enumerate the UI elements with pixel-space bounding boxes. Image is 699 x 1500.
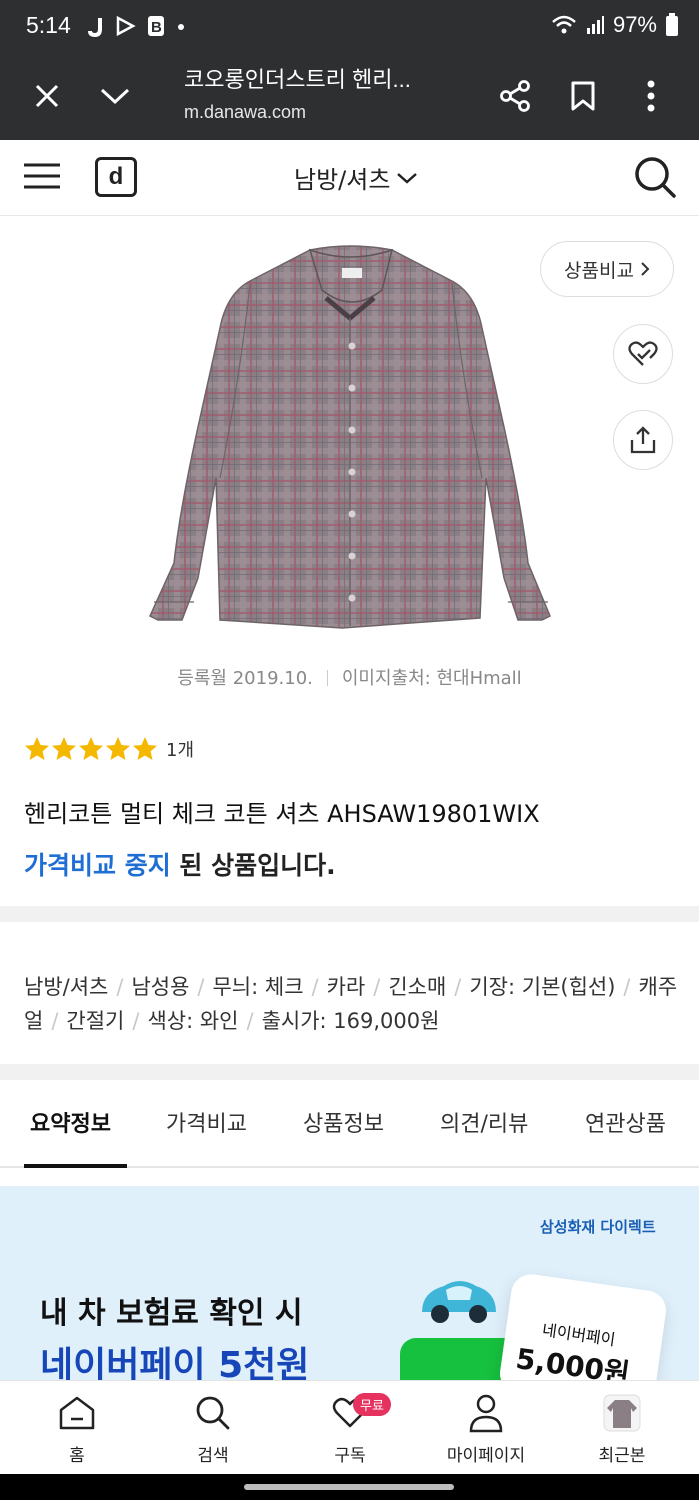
bookmark-icon [571,81,595,111]
status-text: 된 상품입니다. [170,851,336,880]
spec-item: 남방/셔츠 [24,975,109,999]
product-status: 가격비교 중지 된 상품입니다. [24,846,336,882]
site-logo[interactable]: d [95,157,137,197]
collapse-button[interactable] [89,70,141,122]
status-bar: 5:14 B 97% [0,0,699,52]
spec-item: 남성용 [131,975,190,999]
spec-item: 카라 [326,975,366,999]
nav-recent[interactable]: 최근본 [567,1391,677,1466]
naverpay-card: 네이버페이 5,000원 [497,1271,669,1386]
browser-toolbar: 코오롱인더스트리 헨리... m.danawa.com [0,52,699,140]
wishlist-button[interactable] [613,324,673,384]
svg-text:B: B [151,19,162,36]
product-tabs: 요약정보 가격비교 상품정보 의견/리뷰 연관상품 [0,1096,699,1168]
spec-item: 간절기 [66,1009,125,1033]
spec-list: 남방/셔츠 / 남성용 / 무늬: 체크 / 카라 / 긴소매 / 기장: 기본(힙선) / 캐주얼 / 간… [24,975,678,1033]
chevron-down-icon [397,172,418,184]
spec-item: 출시가: 169,000원 [261,1009,440,1033]
browser-menu-button[interactable] [625,70,677,122]
wifi-icon [552,15,576,34]
nav-mypage-label: 마이페이지 [446,1446,526,1466]
shirt-image [149,245,551,629]
menu-button[interactable] [22,160,66,196]
recent-thumbnail-icon [603,1394,641,1432]
battery-status: 97% [551,12,679,38]
chevron-right-icon [641,262,650,276]
tab-summary[interactable]: 요약정보 [30,1106,111,1138]
section-divider [0,1064,699,1080]
spec-item: 색상: 와인 [147,1009,239,1033]
tab-product-info[interactable]: 상품정보 [303,1106,384,1138]
spec-item: 긴소매 [388,975,447,999]
section-divider [0,906,699,922]
image-source: 이미지출처: 현대Hmall [341,668,522,689]
more-vert-icon [647,80,655,112]
product-title: 헨리코튼 멀티 체크 코튼 셔츠 AHSAW19801WIX [24,800,540,828]
gesture-bar-area [0,1474,699,1500]
meta-divider [326,670,328,686]
nav-search-label: 검색 [197,1446,229,1466]
site-header: d 남방/셔츠 [0,140,699,216]
category-label: 남방/셔츠 [294,166,391,194]
nav-subscribe-label: 구독 [334,1446,366,1466]
search-button[interactable] [632,154,678,200]
close-tab-button[interactable] [21,70,73,122]
share-icon [500,80,530,112]
compare-button[interactable]: 상품비교 [540,241,674,297]
tab-price-compare[interactable]: 가격비교 [166,1106,247,1138]
spec-item: 기장: 기본(힙선) [469,975,616,999]
nav-search[interactable]: 검색 [158,1391,268,1466]
image-meta: 등록월 2019.10. 이미지출처: 현대Hmall [0,664,699,690]
status-time: 5:14 [26,12,71,38]
registration-date: 등록월 2019.10. [177,668,313,689]
battery-percent: 97% [612,12,657,37]
rating[interactable]: 1개 [24,736,194,762]
status-highlight: 가격비교 중지 [24,851,171,880]
signal-icon [586,16,604,34]
bookmark-button[interactable] [557,70,609,122]
user-icon [469,1394,503,1433]
ad-brand: 삼성화재 다이렉트 [540,1218,656,1236]
nav-recent-label: 최근본 [598,1446,646,1466]
free-badge: 무료 [353,1393,391,1416]
hamburger-icon [24,163,60,189]
search-icon [196,1396,230,1430]
nav-home-label: 홈 [69,1446,85,1466]
search-icon [635,157,676,198]
notification-j-icon [88,18,102,37]
ad-subheadline: 네이버페이 5천원 [40,1345,310,1386]
product-image[interactable] [130,228,570,648]
spec-item: 무늬: 체크 [212,975,304,999]
ad-headline: 내 차 보험료 확인 시 [40,1296,303,1331]
active-tab-indicator [24,1164,127,1168]
nav-subscribe[interactable]: 무료 구독 [295,1391,405,1466]
ad-banner[interactable]: 삼성화재 다이렉트 내 차 보험료 확인 시 네이버페이 5천원 네이버페이 5… [0,1186,699,1386]
heart-check-icon [628,341,658,366]
close-icon [35,84,59,108]
notification-icons: B [86,14,186,38]
share-button[interactable] [489,70,541,122]
page-title[interactable]: 코오롱인더스트리 헨리... [184,62,411,94]
nav-mypage[interactable]: 마이페이지 [431,1391,541,1466]
bottom-navigation: 홈 검색 무료 구독 마이페이지 최근본 [0,1380,699,1474]
notification-play-icon [116,15,136,37]
tab-reviews[interactable]: 의견/리뷰 [440,1106,528,1138]
chevron-down-icon [100,88,130,105]
share-product-button[interactable] [613,410,673,470]
review-count: 1개 [166,740,195,761]
notification-dot-icon [178,24,184,30]
battery-icon [666,13,678,36]
home-icon [59,1396,95,1430]
star-rating-icon [25,737,157,760]
upload-share-icon [630,426,656,454]
tab-related[interactable]: 연관상품 [585,1106,666,1138]
notification-b-icon: B [148,16,164,36]
gesture-handle[interactable] [244,1484,454,1490]
compare-label: 상품비교 [564,259,634,282]
car-illustration [422,1281,496,1323]
page-url[interactable]: m.danawa.com [184,102,306,123]
nav-home[interactable]: 홈 [22,1391,132,1466]
category-dropdown[interactable]: 남방/셔츠 [294,160,418,195]
